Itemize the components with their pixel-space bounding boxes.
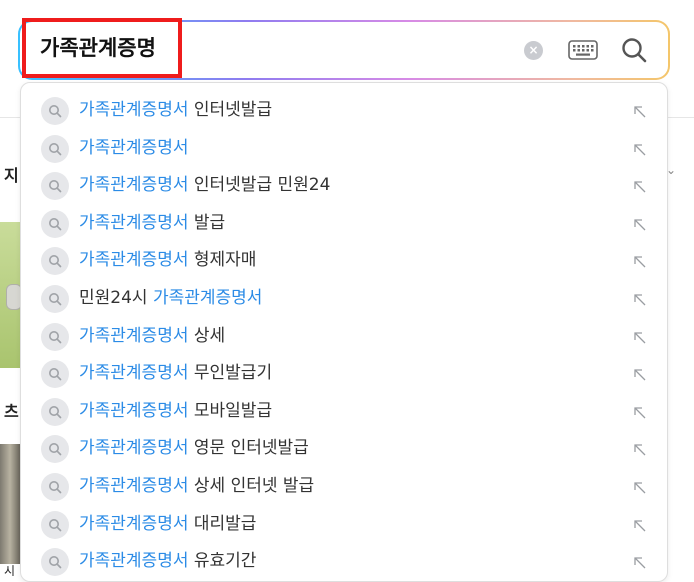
fill-query-arrow-icon[interactable] bbox=[633, 292, 647, 306]
background-text: 지 bbox=[4, 166, 19, 185]
fill-query-arrow-icon[interactable] bbox=[633, 142, 647, 156]
suggestion-rest: 대리발급 bbox=[188, 513, 257, 534]
fill-query-arrow-icon[interactable] bbox=[633, 518, 647, 532]
search-icon bbox=[41, 510, 69, 539]
fill-query-arrow-icon[interactable] bbox=[633, 405, 647, 419]
suggestion-item[interactable]: 민원24시 가족관계증명서 bbox=[21, 280, 667, 317]
fill-query-arrow-icon[interactable] bbox=[633, 442, 647, 456]
suggestion-label: 가족관계증명서 대리발급 bbox=[79, 506, 256, 543]
suggestion-label: 가족관계증명서 상세 인터넷 발급 bbox=[79, 468, 314, 505]
suggestion-item[interactable]: 가족관계증명서 대리발급 bbox=[21, 506, 667, 543]
fill-query-arrow-icon[interactable] bbox=[633, 217, 647, 231]
search-icon bbox=[41, 134, 69, 163]
suggestion-list: 가족관계증명서 인터넷발급 가족관계증명서 가족관계증명서 인터넷발급 민원24 가족… bbox=[20, 82, 668, 582]
search-icon bbox=[41, 172, 69, 201]
suggestion-highlight: 가족관계증명서 bbox=[79, 100, 189, 120]
suggestion-label: 가족관계증명서 모바일발급 bbox=[79, 393, 272, 430]
suggestion-highlight: 가족관계증명서 bbox=[79, 363, 189, 384]
suggestion-rest: 상세 bbox=[188, 325, 226, 346]
search-icon bbox=[41, 473, 69, 501]
background-thumbnail bbox=[0, 222, 22, 368]
suggestion-item[interactable]: 가족관계증명서 유효기간 bbox=[21, 543, 667, 580]
search-icon bbox=[41, 435, 69, 464]
suggestion-label: 가족관계증명서 인터넷발급 민원24 bbox=[79, 167, 330, 204]
search-icon[interactable] bbox=[620, 36, 648, 64]
fill-query-arrow-icon[interactable] bbox=[633, 254, 647, 268]
search-icon bbox=[41, 322, 69, 351]
suggestion-label: 가족관계증명서 형제자매 bbox=[79, 242, 256, 279]
suggestion-label: 가족관계증명서 유효기간 bbox=[79, 543, 256, 580]
suggestion-rest: 형제자매 bbox=[188, 250, 257, 271]
suggestion-highlight: 가족관계증명서 bbox=[79, 250, 189, 271]
suggestion-rest: 발급 bbox=[188, 212, 226, 233]
suggestion-item[interactable]: 가족관계증명서 영문 인터넷발급 bbox=[21, 430, 667, 467]
background-thumbnail bbox=[0, 444, 20, 564]
suggestion-item[interactable]: 가족관계증명서 무인발급기 bbox=[21, 355, 667, 392]
suggestion-item[interactable]: 가족관계증명서 상세 인터넷 발급 bbox=[21, 468, 667, 505]
suggestion-prefix: 민원24시 bbox=[79, 288, 153, 308]
suggestion-highlight: 가족관계증명서 bbox=[79, 476, 189, 496]
search-icon bbox=[41, 548, 69, 577]
suggestion-highlight: 가족관계증명서 bbox=[79, 551, 189, 572]
suggestion-item[interactable]: 가족관계증명서 발급 bbox=[21, 205, 667, 242]
suggestion-rest: 인터넷발급 민원24 bbox=[188, 175, 331, 196]
suggestion-label: 가족관계증명서 발급 bbox=[79, 205, 225, 242]
suggestion-item[interactable]: 가족관계증명서 인터넷발급 민원24 bbox=[21, 167, 667, 204]
suggestion-label: 가족관계증명서 bbox=[79, 130, 188, 167]
suggestion-highlight: 가족관계증명서 bbox=[79, 513, 189, 534]
fill-query-arrow-icon[interactable] bbox=[633, 330, 647, 344]
suggestion-rest: 유효기간 bbox=[188, 551, 257, 572]
fill-query-arrow-icon[interactable] bbox=[633, 480, 647, 494]
search-icon bbox=[41, 97, 69, 125]
suggestion-label: 민원24시 가족관계증명서 bbox=[79, 280, 262, 317]
search-icon bbox=[41, 285, 69, 313]
suggestion-highlight: 가족관계증명서 bbox=[79, 400, 189, 421]
suggestion-highlight: 가족관계증명서 bbox=[79, 212, 189, 233]
suggestion-label: 가족관계증명서 인터넷발급 bbox=[79, 92, 272, 129]
search-icon bbox=[41, 360, 69, 389]
fill-query-arrow-icon[interactable] bbox=[633, 179, 647, 193]
suggestion-highlight: 가족관계증명서 bbox=[79, 438, 189, 459]
search-query: 가족관계증명 bbox=[40, 36, 156, 60]
background-text: 시 bbox=[4, 564, 16, 578]
suggestion-rest: 인터넷발급 bbox=[188, 100, 273, 120]
suggestion-rest: 모바일발급 bbox=[188, 400, 273, 421]
search-icon bbox=[41, 247, 69, 276]
suggestion-label: 가족관계증명서 영문 인터넷발급 bbox=[79, 430, 309, 467]
search-input[interactable]: 가족관계증명 bbox=[22, 18, 182, 78]
suggestion-rest: 무인발급기 bbox=[188, 363, 273, 384]
suggestion-item[interactable]: 가족관계증명서 인터넷발급 bbox=[21, 92, 667, 129]
background-text: 츠 bbox=[4, 402, 19, 421]
suggestion-item[interactable]: 가족관계증명서 모바일발급 bbox=[21, 393, 667, 430]
clear-search-button[interactable]: × bbox=[524, 41, 543, 60]
suggestion-label: 가족관계증명서 상세 bbox=[79, 318, 225, 355]
suggestion-highlight: 가족관계증명서 bbox=[79, 175, 189, 196]
fill-query-arrow-icon[interactable] bbox=[633, 555, 647, 569]
suggestion-item[interactable]: 가족관계증명서 형제자매 bbox=[21, 242, 667, 279]
suggestion-item[interactable]: 가족관계증명서 bbox=[21, 130, 667, 167]
keyboard-icon[interactable] bbox=[568, 40, 598, 60]
suggestion-label: 가족관계증명서 무인발급기 bbox=[79, 355, 272, 392]
search-icon bbox=[41, 209, 69, 238]
suggestion-rest: 영문 인터넷발급 bbox=[188, 438, 309, 459]
suggestion-highlight: 가족관계증명서 bbox=[79, 325, 189, 346]
search-icon bbox=[41, 397, 69, 426]
suggestion-highlight: 가족관계증명서 bbox=[152, 288, 263, 308]
suggestion-highlight: 가족관계증명서 bbox=[79, 137, 189, 158]
fill-query-arrow-icon[interactable] bbox=[633, 367, 647, 381]
fill-query-arrow-icon[interactable] bbox=[633, 104, 647, 118]
suggestion-item[interactable]: 가족관계증명서 상세 bbox=[21, 318, 667, 355]
suggestion-rest: 상세 인터넷 발급 bbox=[188, 476, 315, 496]
